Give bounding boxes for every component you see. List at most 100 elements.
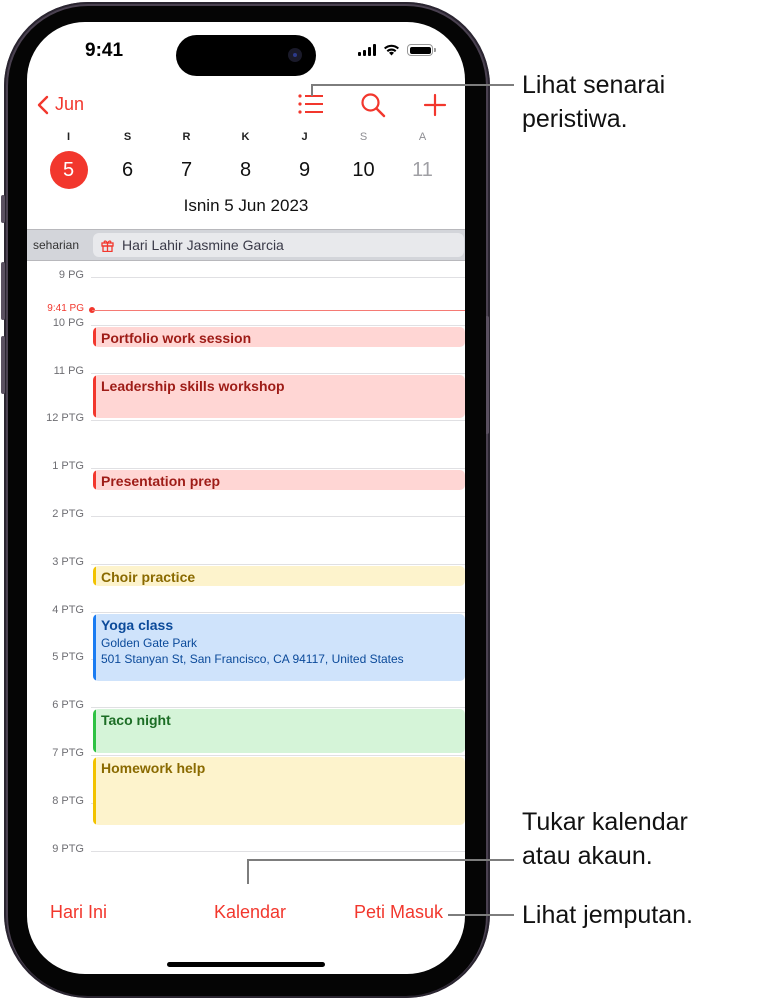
cellular-signal-icon [358, 44, 376, 56]
all-day-label: seharian [33, 238, 80, 252]
hour-label: 1 PTG [52, 460, 84, 473]
hour-label: 3 PTG [52, 555, 84, 568]
event-title: Yoga class [101, 616, 174, 633]
day-timeline[interactable]: 9 PG 10 PG 11 PG 12 PTG 1 PTG 2 PTG 3 PTG 4 PTG… [27, 262, 465, 882]
volume-up-button [1, 262, 5, 320]
hour-label: 6 PTG [52, 699, 84, 712]
list-view-button[interactable] [297, 92, 325, 121]
callout-leader-calendars [247, 859, 249, 884]
callout-calendars: Tukar kalendar atau akaun. [522, 805, 688, 873]
hour-label: 4 PTG [52, 603, 84, 616]
hour-label: 12 PTG [46, 412, 84, 425]
hour-label: 2 PTG [52, 508, 84, 520]
event-location: Golden Gate Park [101, 635, 198, 650]
weekday-letter: J [301, 131, 308, 143]
calendar-event[interactable]: Choir practice [93, 565, 465, 586]
weekday-letter: R [182, 131, 191, 143]
calendar-event[interactable]: Presentation prep [93, 470, 465, 491]
hour-gridline [91, 611, 465, 613]
status-icons [358, 44, 436, 56]
hour-label: 5 PTG [52, 651, 84, 664]
callout-text-line: peristiwa. [522, 105, 628, 133]
event-title: Choir practice [101, 568, 196, 585]
hour-gridline [91, 468, 465, 470]
event-title: Taco night [101, 712, 171, 729]
current-time-line [92, 309, 465, 311]
event-title: Leadership skills workshop [101, 377, 285, 394]
date-cell[interactable]: 7 [157, 151, 216, 189]
hour-gridline [91, 277, 465, 278]
callout-leader-calendars [247, 859, 514, 861]
callout-text-line: Tukar kalendar [522, 808, 688, 836]
date-cell-today[interactable]: 5 [39, 151, 98, 189]
gift-icon [101, 239, 114, 252]
hour-gridline [91, 563, 465, 565]
callout-text-line: atau akaun. [522, 842, 653, 870]
selected-date-label: Isnin 5 Jun 2023 [183, 196, 309, 215]
callout-inbox: Lihat jemputan. [522, 901, 693, 929]
calendars-button[interactable]: Kalendar [214, 902, 286, 923]
back-to-month-button[interactable]: Jun [37, 94, 84, 115]
action-button [1, 195, 5, 223]
weekday-letter: S [359, 131, 368, 143]
hour-label: 11 PG [53, 364, 84, 377]
date-cell[interactable]: 6 [98, 151, 157, 189]
callout-list-view: Lihat senarai peristiwa. [522, 68, 665, 136]
event-address: 501 Stanyan St, San Francisco, CA 94117,… [101, 651, 404, 666]
callout-leader-list [311, 84, 313, 96]
callout-text-line: Lihat senarai [522, 71, 666, 99]
inbox-button[interactable]: Peti Masuk [354, 902, 443, 923]
hour-label: 7 PTG [52, 747, 84, 759]
all-day-event-title: Hari Lahir Jasmine Garcia [122, 237, 284, 253]
callout-leader-inbox [448, 914, 514, 916]
date-cell[interactable]: 8 [216, 151, 275, 189]
callout-leader-list [311, 84, 514, 86]
home-indicator[interactable] [167, 962, 325, 967]
date-cell[interactable]: 9 [275, 151, 334, 189]
volume-down-button [1, 336, 5, 394]
hour-gridline [91, 372, 465, 374]
weekday-letter: I [66, 131, 71, 143]
hour-gridline [91, 516, 465, 517]
chevron-left-icon [37, 95, 49, 114]
hour-label: 9 PTG [52, 842, 84, 855]
add-icon [423, 93, 447, 117]
all-day-row: seharian Hari Lahir Jasmine Garcia [27, 229, 465, 261]
current-time-label: 9:41 PG [47, 302, 84, 314]
hour-gridline [91, 850, 465, 852]
calendar-event[interactable]: Homework help [93, 757, 465, 825]
week-strip: I S R K J S A 5 6 7 8 9 10 11 [39, 131, 457, 189]
calendar-event[interactable]: Taco night [93, 709, 465, 753]
calendar-event[interactable]: Yoga class Golden Gate Park 501 Stanyan St… [93, 613, 465, 682]
week-dates: 5 6 7 8 9 10 11 [39, 151, 457, 189]
date-number: 5 [49, 151, 88, 189]
dynamic-island [176, 35, 316, 76]
hour-gridline [91, 707, 465, 709]
date-cell[interactable]: 11 [393, 151, 452, 189]
all-day-event[interactable]: Hari Lahir Jasmine Garcia [93, 233, 464, 257]
search-button[interactable] [360, 92, 386, 123]
today-button[interactable]: Hari Ini [50, 902, 107, 923]
camera-icon [288, 48, 302, 62]
calendar-event[interactable]: Leadership skills workshop [93, 374, 465, 419]
hour-gridline [91, 324, 465, 326]
back-label: Jun [55, 94, 85, 114]
weekday-letter: K [241, 131, 250, 143]
date-cell[interactable]: 10 [334, 151, 393, 189]
search-icon [361, 93, 386, 118]
hour-label: 9 PG [58, 269, 84, 281]
hour-gridline [91, 755, 465, 756]
event-title: Homework help [101, 760, 206, 776]
wifi-icon [384, 44, 399, 56]
event-title: Presentation prep [101, 473, 221, 490]
hour-gridline [91, 420, 465, 422]
hour-label: 8 PTG [52, 794, 84, 807]
add-event-button[interactable] [423, 92, 447, 123]
weekday-letters: I S R K J S A [39, 131, 457, 143]
screen: 9:41 Jun I S R K J S A 5 6 7 8 9 10 11 I… [27, 22, 465, 974]
weekday-letter: A [418, 131, 427, 143]
weekday-letter: S [123, 131, 132, 143]
battery-icon [407, 44, 436, 56]
calendar-event[interactable]: Portfolio work session [93, 326, 465, 347]
hour-label: 10 PG [52, 316, 84, 329]
